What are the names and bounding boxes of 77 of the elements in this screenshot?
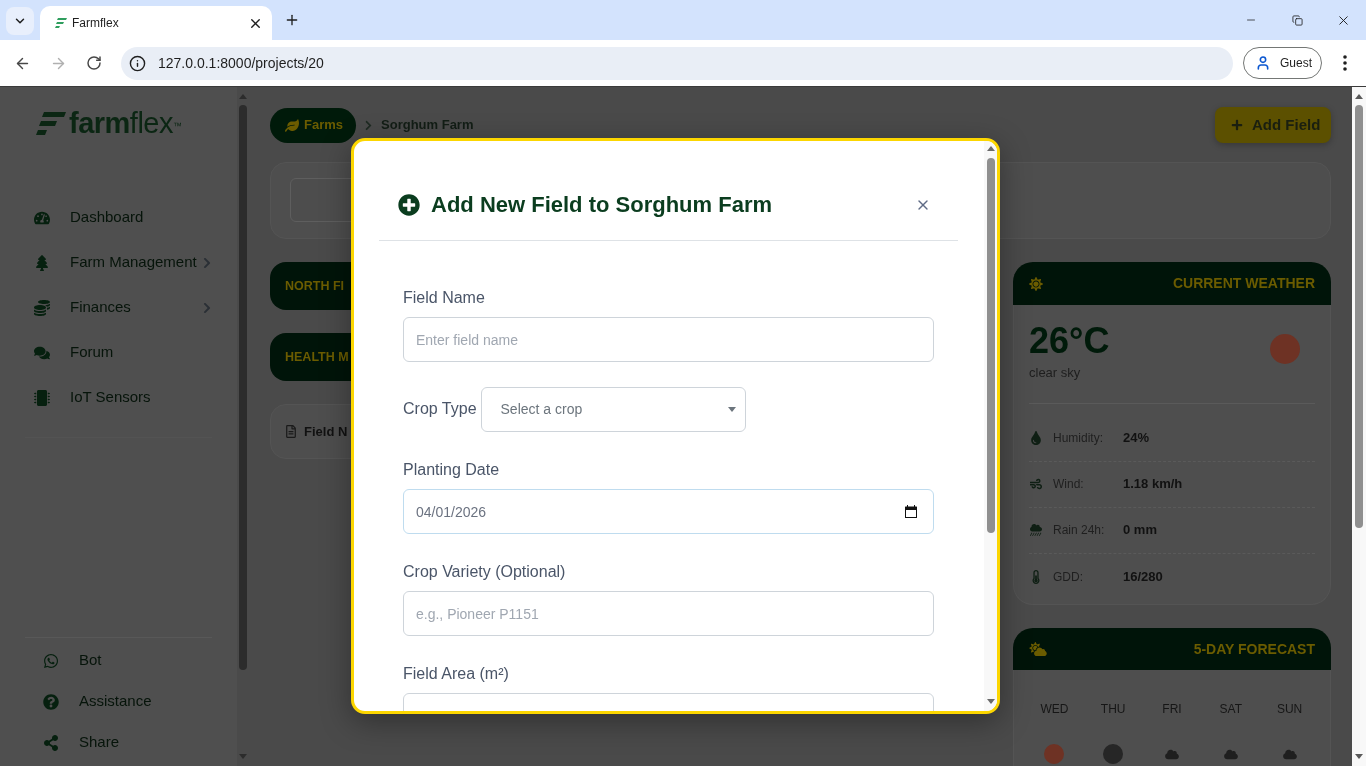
nav-item[interactable]: Finances <box>0 285 237 330</box>
scroll-up-icon[interactable] <box>1355 94 1363 99</box>
nav-item[interactable]: Farm Management <box>0 240 237 285</box>
forecast-day: WED <box>1040 700 1069 718</box>
detail-value: 24% <box>1123 429 1150 448</box>
caret-down-icon <box>727 407 736 412</box>
scroll-down-icon[interactable] <box>986 699 995 704</box>
date-field[interactable]: 04/01/2026 <box>403 489 934 534</box>
scrollbar-thumb[interactable] <box>986 158 995 533</box>
temperature: 26°C <box>1029 321 1110 361</box>
scrollbar-thumb[interactable] <box>1355 105 1363 528</box>
footer-item[interactable]: Share <box>0 722 237 763</box>
plus-icon <box>1231 119 1243 131</box>
chevron-right-icon <box>203 301 211 314</box>
modal-title: Add New Field to Sorghum Farm <box>431 190 772 219</box>
chevron-right-icon <box>203 256 211 269</box>
field-label: Field Area (m²) <box>403 664 510 684</box>
cloud-sun-icon <box>1029 642 1047 656</box>
field-label: Crop Variety (Optional) <box>403 562 567 582</box>
chevron-right-icon <box>365 119 373 131</box>
chat-bubbles-icon <box>34 344 50 361</box>
sun-icon <box>1044 744 1065 764</box>
forecast-day: SUN <box>1276 700 1303 718</box>
footer-item[interactable]: Assistance <box>0 681 237 722</box>
breadcrumb-current: Sorghum Farm <box>381 116 474 135</box>
field-label: Crop Type <box>403 398 477 419</box>
nav-item[interactable]: IoT Sensors <box>0 375 237 420</box>
scroll-up-icon[interactable] <box>986 146 995 151</box>
nav-item[interactable]: Dashboard <box>0 195 237 240</box>
plus-icon <box>284 12 300 28</box>
menu-icon <box>1343 55 1347 71</box>
info-icon[interactable] <box>129 54 146 72</box>
stripes-icon <box>55 18 67 28</box>
calendar-icon[interactable] <box>905 505 917 518</box>
forecast-day: FRI <box>1162 700 1182 718</box>
scrollbar-thumb[interactable] <box>238 105 247 670</box>
cloud-icon <box>1282 748 1297 760</box>
microchip-icon <box>34 389 50 406</box>
scroll-down-icon[interactable] <box>1355 754 1363 759</box>
person-icon <box>1255 55 1271 71</box>
field-label: Planting Date <box>403 460 501 480</box>
forecast-day: SAT <box>1219 700 1242 718</box>
nav-item[interactable]: Forum <box>0 330 237 375</box>
sun-icon <box>1029 276 1043 291</box>
forecast-day: THU <box>1100 700 1126 718</box>
thermometer-icon <box>1030 569 1042 584</box>
sun-icon <box>1270 333 1300 364</box>
question-icon <box>43 693 59 710</box>
droplet-icon <box>1030 431 1042 445</box>
add-field-button[interactable]: Add Field <box>1215 107 1331 143</box>
breadcrumb-link[interactable]: Farms <box>270 107 357 143</box>
restore-icon <box>1291 14 1303 26</box>
tree-icon <box>34 254 50 271</box>
gauge-icon <box>34 209 50 226</box>
panel-header: 5-DAY FORECAST <box>1013 628 1331 670</box>
browser-tab[interactable]: Farmflex <box>40 6 272 40</box>
wind-icon <box>1030 477 1042 491</box>
cloud-icon <box>1165 748 1179 760</box>
panel-header: CURRENT WEATHER <box>1013 262 1331 305</box>
stripes-logo-icon <box>36 111 66 135</box>
share-icon <box>43 734 59 751</box>
card-title: Field N <box>304 422 348 441</box>
leaf-icon <box>285 118 299 132</box>
detail-value: 16/280 <box>1123 567 1163 586</box>
crop-select[interactable]: Select a crop <box>480 387 746 432</box>
rain-cloud-icon <box>1030 523 1042 537</box>
phone-bubble-icon <box>43 652 59 669</box>
logo-text: farmflex$^{™}$ <box>69 108 182 138</box>
document-icon <box>286 425 296 438</box>
detail-value: 1.18 km/h <box>1123 475 1183 494</box>
address-bar[interactable]: 127.0.0.1:8000/projects/20 <box>121 46 1233 80</box>
reload-icon <box>86 55 102 71</box>
field-label: Field Name <box>403 288 486 308</box>
detail-value: 0 mm <box>1123 521 1157 540</box>
cloud-icon <box>1223 748 1238 760</box>
footer-item[interactable]: Bot <box>0 640 237 681</box>
coins-icon <box>34 299 50 316</box>
